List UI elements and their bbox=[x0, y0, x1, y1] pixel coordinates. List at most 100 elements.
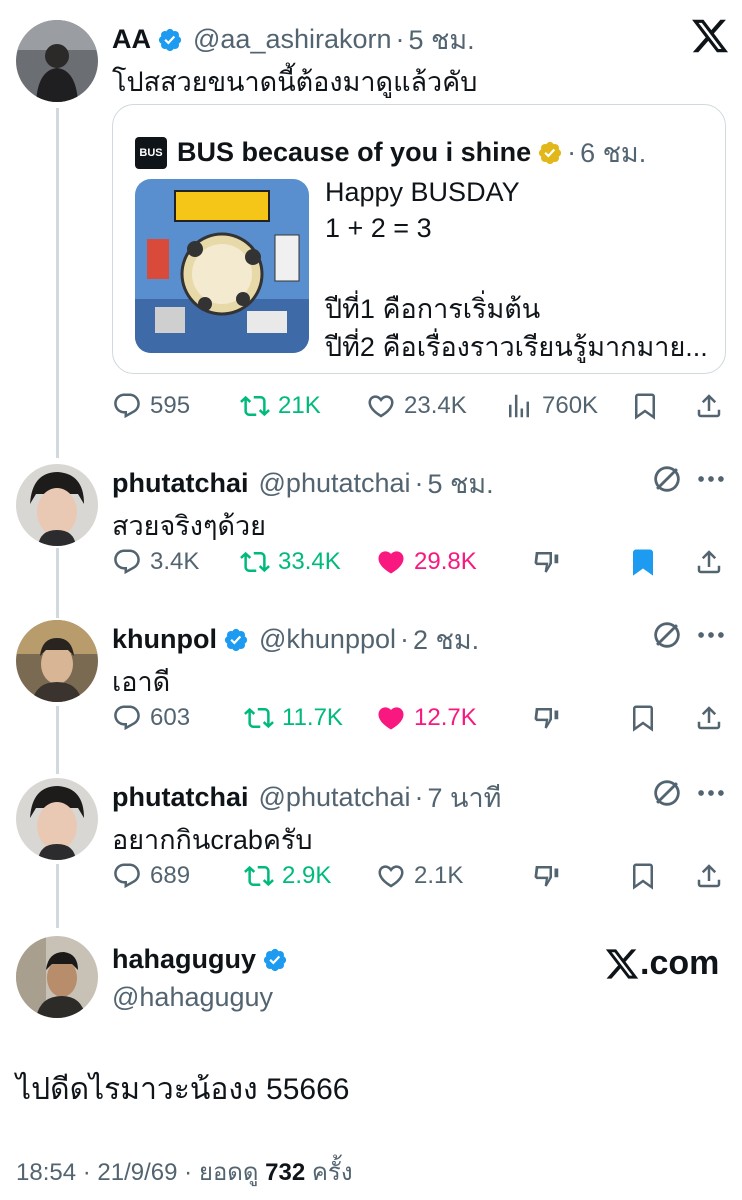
bookmark-button[interactable] bbox=[630, 386, 668, 426]
bookmark-button[interactable] bbox=[628, 698, 666, 738]
like-button[interactable]: 12.7K bbox=[376, 698, 477, 738]
tweet-text: โปสสวยขนาดนี้ต้องมาดูแล้วคับ bbox=[112, 67, 478, 97]
timestamp[interactable]: 5 ชม. bbox=[428, 462, 494, 505]
quote-tweet-card[interactable]: BUS BUS because of you i shine · 6 ชม. H… bbox=[112, 104, 726, 374]
avatar[interactable] bbox=[16, 778, 98, 860]
share-icon bbox=[694, 391, 724, 421]
grok-icon[interactable] bbox=[650, 462, 684, 496]
busday-poster-image[interactable] bbox=[135, 179, 309, 353]
author-handle[interactable]: @khunppol bbox=[259, 624, 396, 655]
quote-author-name[interactable]: BUS because of you i shine bbox=[177, 137, 531, 168]
dislike-button[interactable] bbox=[532, 542, 570, 582]
retweet-button[interactable]: 21K bbox=[240, 386, 321, 426]
more-icon[interactable] bbox=[694, 462, 728, 496]
author-handle[interactable]: @aa_ashirakorn bbox=[193, 24, 392, 55]
thumbs-down-icon bbox=[532, 703, 562, 733]
share-button[interactable] bbox=[694, 542, 732, 582]
bus-logo-avatar: BUS bbox=[135, 136, 167, 169]
retweet-button[interactable]: 11.7K bbox=[244, 698, 343, 738]
retweet-icon bbox=[244, 861, 274, 891]
grok-icon[interactable] bbox=[650, 618, 684, 652]
share-button[interactable] bbox=[694, 386, 732, 426]
like-count: 12.7K bbox=[414, 704, 477, 731]
brand-suffix: .com bbox=[640, 944, 720, 982]
views-label: ยอดดู bbox=[198, 1159, 259, 1186]
like-count: 23.4K bbox=[404, 392, 467, 419]
reply-button[interactable]: 689 bbox=[112, 856, 190, 896]
tweet-header: hahaguguy bbox=[112, 944, 288, 975]
more-icon[interactable] bbox=[694, 776, 728, 810]
like-button[interactable]: 23.4K bbox=[366, 386, 467, 426]
author-handle[interactable]: @phutatchai bbox=[259, 782, 411, 813]
tweet-text: อยากกินcrabครับ bbox=[112, 825, 313, 855]
tweet-header: phutatchai @phutatchai · 5 ชม. bbox=[112, 462, 494, 505]
dislike-button[interactable] bbox=[532, 856, 570, 896]
thumbs-down-icon bbox=[532, 861, 562, 891]
retweet-icon bbox=[240, 391, 270, 421]
reply-icon bbox=[112, 703, 142, 733]
quote-timestamp: 6 ชม. bbox=[580, 138, 647, 168]
like-count: 29.8K bbox=[414, 548, 477, 575]
author-name[interactable]: hahaguguy bbox=[112, 944, 256, 975]
avatar[interactable] bbox=[16, 936, 98, 1018]
timestamp[interactable]: 2 ชม. bbox=[413, 618, 479, 661]
author-name[interactable]: phutatchai bbox=[112, 782, 249, 813]
thread-line bbox=[56, 864, 59, 928]
retweet-icon bbox=[240, 547, 270, 577]
reply-button[interactable]: 595 bbox=[112, 386, 190, 426]
heart-filled-icon bbox=[376, 547, 406, 577]
reply-icon bbox=[112, 391, 142, 421]
tweet-header: phutatchai @phutatchai · 7 นาที bbox=[112, 776, 501, 819]
share-button[interactable] bbox=[694, 698, 732, 738]
bookmark-icon bbox=[628, 861, 658, 891]
views-count: 760K bbox=[542, 392, 599, 419]
separator-dot: · bbox=[82, 1159, 91, 1186]
bookmark-button[interactable] bbox=[628, 856, 666, 896]
reply-button[interactable]: 603 bbox=[112, 698, 190, 738]
separator-dot: · bbox=[395, 24, 405, 54]
reply-icon bbox=[112, 547, 142, 577]
reply-button[interactable]: 3.4K bbox=[112, 542, 199, 582]
views-count: 732 bbox=[265, 1159, 306, 1186]
like-button[interactable]: 29.8K bbox=[376, 542, 477, 582]
share-icon bbox=[694, 861, 724, 891]
thumbs-down-icon bbox=[532, 547, 562, 577]
reply-count: 3.4K bbox=[150, 548, 200, 575]
views-icon bbox=[504, 391, 534, 421]
avatar[interactable] bbox=[16, 464, 98, 546]
bookmark-button[interactable] bbox=[628, 542, 666, 582]
retweet-count: 2.9K bbox=[282, 862, 332, 889]
views-button[interactable]: 760K bbox=[504, 386, 598, 426]
author-name[interactable]: khunpol bbox=[112, 624, 217, 655]
dislike-button[interactable] bbox=[532, 698, 570, 738]
verified-badge-icon bbox=[262, 947, 288, 973]
quote-line: ปีที่1 คือการเริ่มต้น bbox=[325, 294, 541, 324]
tweet-header: khunpol @khunppol · 2 ชม. bbox=[112, 618, 479, 661]
action-bar: 603 11.7K 12.7K bbox=[112, 698, 726, 738]
retweet-button[interactable]: 2.9K bbox=[244, 856, 331, 896]
author-handle[interactable]: @hahaguguy bbox=[112, 982, 273, 1013]
tweet-text: ไปดีดไรมาวะน้องง 55666 bbox=[16, 1073, 350, 1106]
share-icon bbox=[694, 703, 724, 733]
views-unit: ครั้ง bbox=[311, 1159, 353, 1186]
author-handle-row: @hahaguguy bbox=[112, 982, 273, 1013]
quote-header: BUS BUS because of you i shine · 6 ชม. bbox=[135, 131, 646, 174]
time[interactable]: 18:54 bbox=[16, 1159, 76, 1186]
more-icon[interactable] bbox=[694, 618, 728, 652]
timestamp[interactable]: 5 ชม. bbox=[409, 18, 475, 61]
separator-dot: · bbox=[184, 1159, 193, 1186]
author-name[interactable]: AA bbox=[112, 24, 151, 55]
author-name[interactable]: phutatchai bbox=[112, 468, 249, 499]
grok-icon[interactable] bbox=[650, 776, 684, 810]
timestamp[interactable]: 7 นาที bbox=[428, 776, 502, 819]
thread-line bbox=[56, 548, 59, 618]
reply-count: 603 bbox=[150, 704, 191, 731]
date[interactable]: 21/9/69 bbox=[97, 1159, 177, 1186]
share-button[interactable] bbox=[694, 856, 732, 896]
bookmark-icon bbox=[630, 391, 660, 421]
avatar[interactable] bbox=[16, 20, 98, 102]
author-handle[interactable]: @phutatchai bbox=[259, 468, 411, 499]
avatar[interactable] bbox=[16, 620, 98, 702]
retweet-button[interactable]: 33.4K bbox=[240, 542, 341, 582]
like-button[interactable]: 2.1K bbox=[376, 856, 463, 896]
